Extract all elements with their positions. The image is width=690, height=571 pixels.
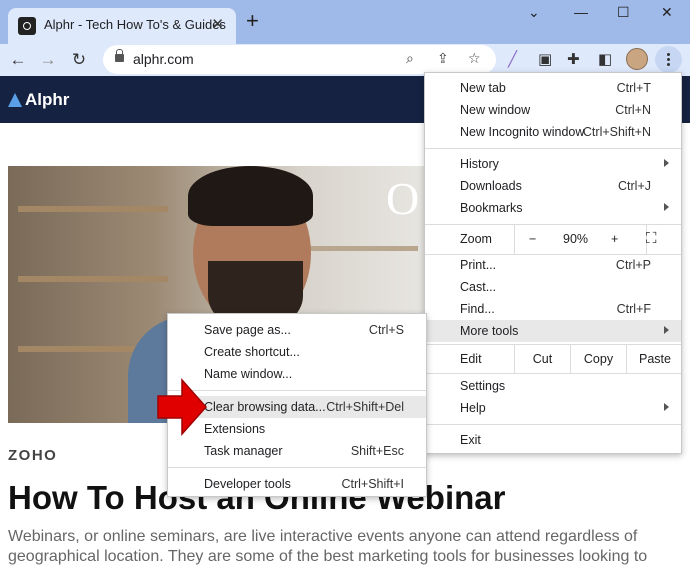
alphr-logo-icon: [8, 93, 22, 107]
menu-item-bookmarks[interactable]: Bookmarks: [425, 197, 681, 219]
title-bar: Alphr - Tech How To's & Guides ✕ + ⌄ — ☐…: [0, 0, 690, 44]
zoom-level: 90%: [563, 232, 589, 246]
alphr-favicon-icon: [18, 17, 36, 35]
paste-button[interactable]: Paste: [626, 344, 683, 373]
screenshot-extension-icon[interactable]: ▣: [538, 50, 552, 68]
new-tab-button[interactable]: +: [246, 10, 259, 32]
tab-search-icon[interactable]: ⌄: [528, 4, 540, 21]
zoom-in-button[interactable]: +: [611, 224, 618, 254]
url-text[interactable]: alphr.com: [133, 51, 194, 67]
kebab-menu-icon[interactable]: [655, 46, 682, 73]
menu-item-new-window[interactable]: New window Ctrl+N: [425, 99, 681, 121]
hero-overlay-text: O: [386, 173, 420, 224]
star-icon[interactable]: ☆: [468, 50, 481, 67]
side-panel-icon[interactable]: ◧: [598, 50, 612, 68]
menu-item-downloads[interactable]: Downloads Ctrl+J: [425, 175, 681, 197]
submenu-item-developer-tools[interactable]: Developer tools Ctrl+Shift+I: [168, 473, 426, 495]
reload-button[interactable]: ↻: [67, 48, 91, 72]
zoom-icon[interactable]: ⌕: [406, 50, 414, 67]
red-pointer-arrow-icon: [157, 378, 208, 436]
lock-icon[interactable]: [115, 49, 124, 62]
chrome-main-menu: New tab Ctrl+T New window Ctrl+N New Incog…: [424, 72, 682, 454]
menu-item-print[interactable]: Print... Ctrl+P: [425, 254, 681, 276]
forward-button[interactable]: →: [36, 48, 60, 72]
share-icon[interactable]: ⇪: [437, 50, 449, 67]
menu-item-zoom: Zoom − 90% + ⛶: [425, 224, 681, 254]
menu-item-settings[interactable]: Settings: [425, 375, 681, 397]
tab-title: Alphr - Tech How To's & Guides: [44, 17, 226, 32]
fullscreen-icon[interactable]: ⛶: [646, 230, 657, 247]
profile-avatar[interactable]: [626, 48, 648, 70]
cut-button[interactable]: Cut: [514, 344, 570, 373]
menu-item-cast[interactable]: Cast...: [425, 276, 681, 298]
menu-item-new-tab[interactable]: New tab Ctrl+T: [425, 77, 681, 99]
zoom-out-button[interactable]: −: [529, 224, 536, 254]
chevron-right-icon: [664, 326, 669, 334]
chevron-right-icon: [664, 203, 669, 211]
submenu-item-task-manager[interactable]: Task manager Shift+Esc: [168, 440, 426, 462]
menu-item-exit[interactable]: Exit: [425, 429, 681, 451]
menu-item-history[interactable]: History: [425, 153, 681, 175]
submenu-item-create-shortcut[interactable]: Create shortcut...: [168, 341, 426, 363]
category-label[interactable]: ZOHO: [8, 447, 57, 464]
address-bar[interactable]: alphr.com ⌕ ⇪ ☆: [103, 45, 496, 74]
minimize-icon[interactable]: —: [574, 4, 588, 20]
close-window-icon[interactable]: ✕: [661, 4, 673, 21]
puzzle-extensions-icon[interactable]: ✚: [567, 50, 580, 68]
copy-button[interactable]: Copy: [570, 344, 626, 373]
back-button[interactable]: ←: [6, 48, 30, 72]
article-intro: Webinars, or online seminars, are live i…: [8, 528, 648, 565]
menu-item-help[interactable]: Help: [425, 397, 681, 419]
menu-item-more-tools[interactable]: More tools: [425, 320, 681, 342]
alphr-logo[interactable]: Alphr: [8, 90, 69, 110]
maximize-icon[interactable]: ☐: [617, 4, 630, 21]
pen-extension-icon[interactable]: ╱: [508, 50, 517, 68]
zoom-controls: − 90% +: [514, 224, 647, 254]
menu-item-find[interactable]: Find... Ctrl+F: [425, 298, 681, 320]
menu-item-new-incognito[interactable]: New Incognito window Ctrl+Shift+N: [425, 121, 681, 143]
menu-item-edit: Edit Cut Copy Paste: [425, 344, 681, 373]
submenu-item-save-page[interactable]: Save page as... Ctrl+S: [168, 319, 426, 341]
chevron-right-icon: [664, 159, 669, 167]
chevron-right-icon: [664, 403, 669, 411]
browser-tab[interactable]: Alphr - Tech How To's & Guides ✕: [8, 8, 236, 44]
close-tab-icon[interactable]: ✕: [211, 15, 224, 33]
